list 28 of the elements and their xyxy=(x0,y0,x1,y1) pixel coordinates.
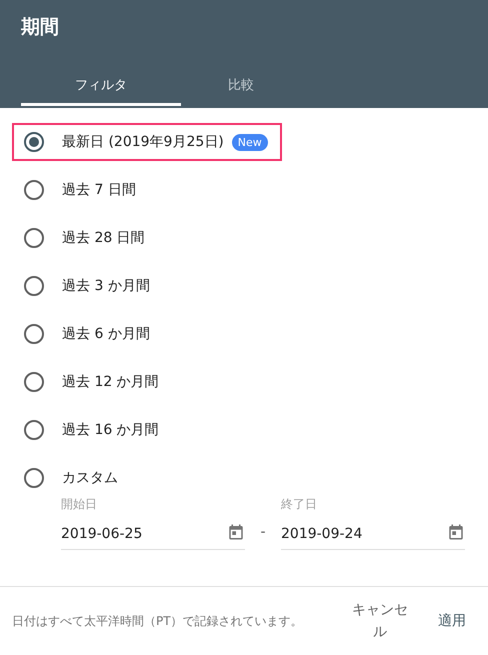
tab[interactable]: フィルタ xyxy=(21,70,181,106)
option-label: カスタム xyxy=(62,469,118,487)
range-separator: - xyxy=(259,524,267,542)
date-field[interactable]: 2019-06-25 xyxy=(61,513,245,550)
option-label: 過去 28 日間 xyxy=(62,229,145,247)
option-label: 過去 6 か月間 xyxy=(62,325,150,343)
field-label: 開始日 xyxy=(61,496,98,513)
option-label: 過去 3 か月間 xyxy=(62,277,150,295)
radio-button[interactable] xyxy=(24,228,44,248)
radio-button[interactable] xyxy=(24,420,44,440)
radio-button[interactable] xyxy=(24,372,44,392)
dialog-title: 期間 xyxy=(20,15,60,40)
radio-button[interactable] xyxy=(24,468,44,488)
option-label: 最新日 (2019年9月25日) xyxy=(62,133,224,151)
tab[interactable]: 比較 xyxy=(181,70,301,106)
option-label: 過去 7 日間 xyxy=(62,181,136,199)
option-label: 過去 12 か月間 xyxy=(62,373,159,391)
footer-note: 日付はすべて太平洋時間（PT）で記録されています。 xyxy=(12,613,304,630)
radio-button[interactable] xyxy=(24,132,44,152)
option-label: 過去 16 か月間 xyxy=(62,421,159,439)
date-field[interactable]: 2019-09-24 xyxy=(281,513,465,550)
new-badge: New xyxy=(232,134,268,150)
radio-button[interactable] xyxy=(24,324,44,344)
cancel-button[interactable]: キャンセル xyxy=(344,598,416,644)
field-label: 終了日 xyxy=(281,496,318,513)
radio-button[interactable] xyxy=(24,180,44,200)
apply-button[interactable]: 適用 xyxy=(428,609,476,633)
radio-button[interactable] xyxy=(24,276,44,296)
